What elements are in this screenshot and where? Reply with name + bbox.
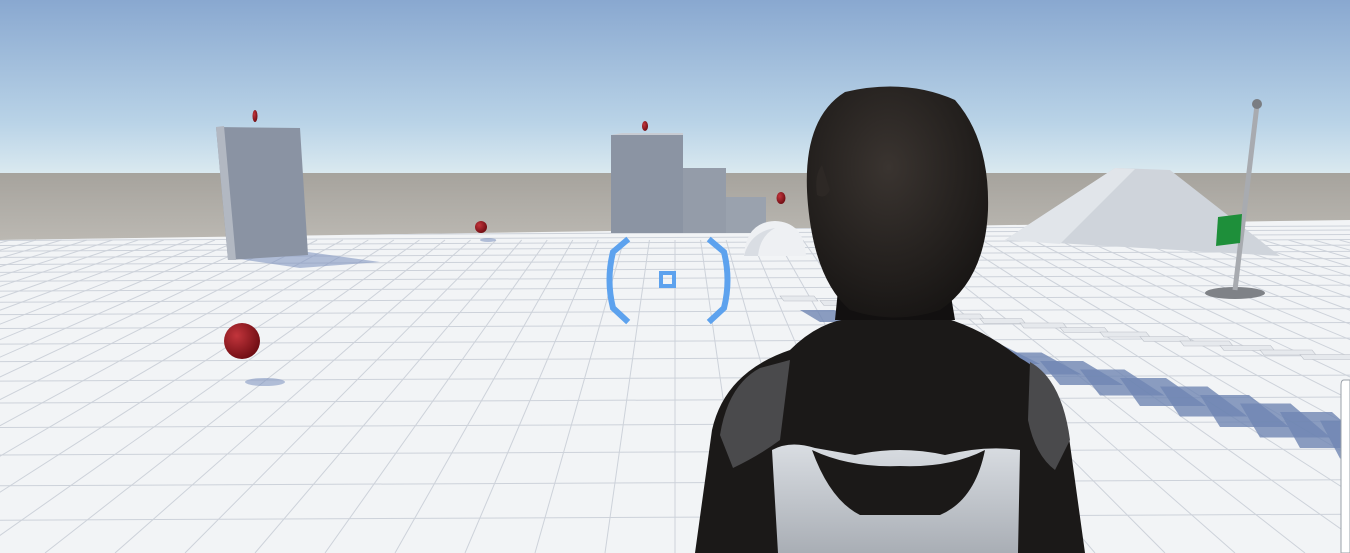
goal-flag[interactable] [1216,214,1242,246]
player-head [806,86,989,318]
game-viewport[interactable] [0,0,1350,553]
collectible-orb[interactable] [776,192,786,204]
collectible-orb[interactable] [475,221,487,233]
collectible-orb[interactable] [224,323,260,359]
tall-block [216,126,308,260]
collectible-orb[interactable] [252,110,258,122]
right-panel-edge[interactable] [1340,379,1350,553]
collectible-orb[interactable] [642,121,648,131]
